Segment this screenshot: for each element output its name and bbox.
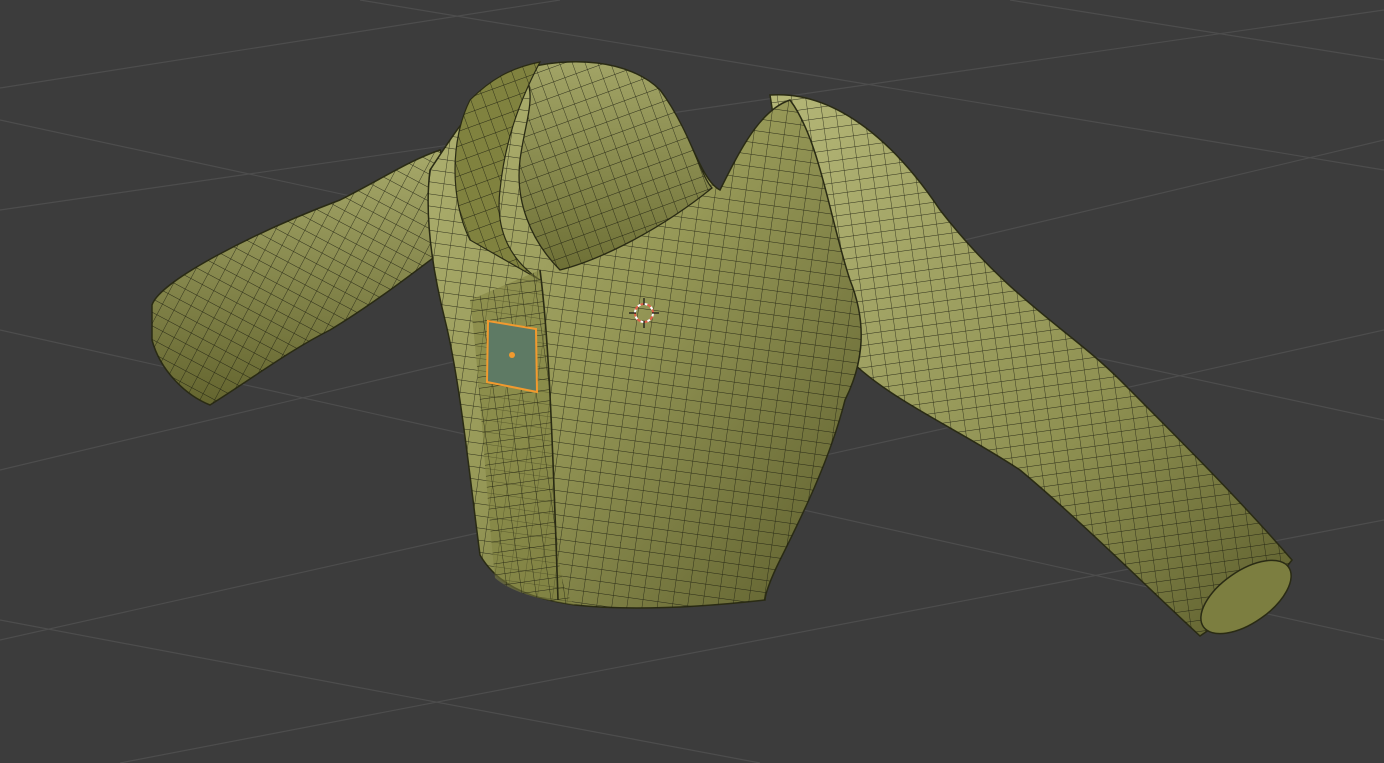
jacket-mesh[interactable]: [151, 61, 1304, 648]
left-sleeve: [151, 149, 471, 406]
3d-viewport[interactable]: [0, 0, 1384, 763]
viewport-scene[interactable]: [0, 0, 1384, 763]
selected-face[interactable]: [485, 319, 539, 394]
face-center-dot: [509, 352, 515, 358]
